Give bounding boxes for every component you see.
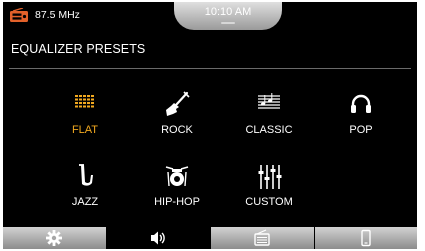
preset-label: FLAT [71,124,99,136]
preset-pop-button[interactable]: POP [315,90,407,150]
phone-tab[interactable] [315,227,417,249]
radio-frequency: 87.5 MHz [35,9,80,21]
clock-tab[interactable]: 10:10 AM [174,2,282,30]
preset-jazz-button[interactable]: JAZZ [39,162,131,222]
preset-flat-button[interactable]: FLAT [39,90,131,150]
speaker-icon [151,231,165,245]
title-divider [9,68,411,69]
page-title: EQUALIZER PRESETS [11,42,146,56]
preset-label: POP [349,124,373,136]
preset-label: HIP-HOP [154,196,200,208]
drum-kit-icon [165,166,189,187]
radio-tab[interactable] [211,227,314,249]
preset-label: CLASSIC [245,124,293,136]
radio-screen: 87.5 MHz 10:10 AM EQUALIZER PRESETS FLAT… [3,2,417,249]
pull-down-handle[interactable] [221,22,235,24]
electric-guitar-icon [166,91,190,116]
headphones-icon [351,94,371,113]
preset-label: JAZZ [71,196,99,208]
preset-hip-hop-button[interactable]: HIP-HOP [131,162,223,222]
status-bar: 87.5 MHz 10:10 AM [3,2,417,30]
saxophone-icon [79,164,93,186]
radio-icon [254,229,270,246]
sheet-music-icon [258,93,280,109]
preset-custom-button[interactable]: CUSTOM [223,162,315,222]
gear-icon [46,230,62,246]
clock-time: 10:10 AM [204,6,252,18]
audio-tab[interactable] [107,227,210,249]
preset-label: CUSTOM [245,196,293,208]
phone-icon [361,229,371,247]
equalizer-bars-icon [75,95,94,108]
sliders-icon [258,165,282,189]
settings-tab[interactable] [3,227,106,249]
preset-classic-button[interactable]: CLASSIC [223,90,315,150]
preset-label: ROCK [161,124,193,136]
bottom-nav [3,227,417,249]
preset-rock-button[interactable]: ROCK [131,90,223,150]
radio-icon [10,8,28,22]
